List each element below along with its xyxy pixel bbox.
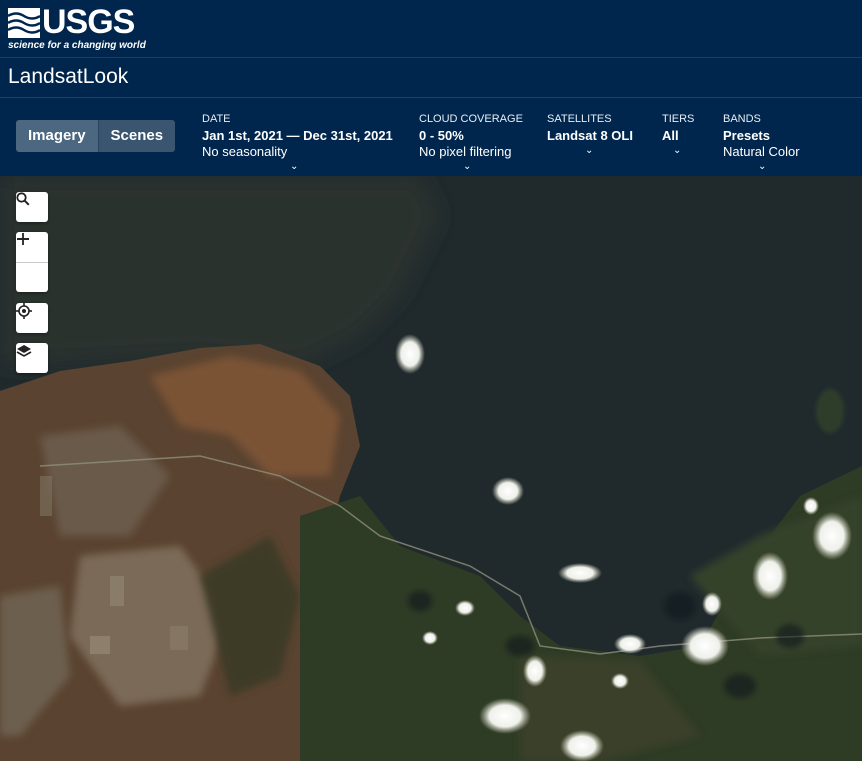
layers-control (16, 343, 48, 373)
chevron-down-icon: ⌄ (758, 161, 767, 172)
chevron-down-icon: ⌄ (673, 145, 682, 156)
logo-word: USGS (42, 3, 135, 41)
satellites-filter-label: SATELLITES (547, 113, 612, 125)
locate-icon (16, 303, 32, 319)
tiers-filter-label: TIERS (662, 113, 695, 125)
imagery-tab[interactable]: Imagery (16, 120, 98, 152)
usgs-wave-icon (8, 8, 40, 38)
tiers-filter-value: All (662, 128, 679, 143)
bands-filter-value: Presets (723, 128, 770, 143)
logo-tagline: science for a changing world (8, 40, 146, 51)
chevron-down-icon: ⌄ (463, 161, 472, 172)
cloud-coverage-filter[interactable]: CLOUD COVERAGE 0 - 50% No pixel filterin… (419, 113, 539, 172)
satellite-map[interactable] (0, 176, 862, 761)
usgs-logo[interactable]: USGS science for a changing world (8, 3, 146, 53)
scenes-tab[interactable]: Scenes (97, 120, 176, 152)
satellites-filter[interactable]: SATELLITES Landsat 8 OLI ⌄ (547, 113, 647, 156)
locate-control (16, 303, 48, 333)
filter-toolbar: Imagery Scenes DATE Jan 1st, 2021 — Dec … (0, 98, 862, 176)
cloud-filter-value: 0 - 50% (419, 128, 464, 143)
chevron-down-icon: ⌄ (585, 145, 594, 156)
layers-icon (16, 345, 32, 357)
cloud-filter-label: CLOUD COVERAGE (419, 113, 523, 125)
bands-filter-label: BANDS (723, 113, 761, 125)
search-icon (16, 192, 30, 206)
zoom-control (16, 232, 48, 292)
search-button[interactable] (16, 192, 48, 222)
app-title[interactable]: LandsatLook (8, 65, 128, 89)
satellites-filter-value: Landsat 8 OLI (547, 128, 633, 143)
zoom-out-icon (17, 238, 29, 240)
date-filter-label: DATE (202, 113, 231, 125)
app-title-bar: LandsatLook (0, 58, 862, 98)
view-toggle: Imagery Scenes (16, 120, 176, 152)
chevron-down-icon: ⌄ (290, 161, 299, 172)
bands-filter-sub: Natural Color (723, 144, 800, 159)
zoom-out-button[interactable] (16, 238, 48, 292)
tiers-filter[interactable]: TIERS All ⌄ (662, 113, 702, 156)
date-filter[interactable]: DATE Jan 1st, 2021 — Dec 31st, 2021 No s… (202, 113, 402, 172)
date-filter-value: Jan 1st, 2021 — Dec 31st, 2021 (202, 128, 393, 143)
layers-button[interactable] (16, 343, 48, 373)
locate-button[interactable] (16, 303, 48, 333)
satellite-imagery (0, 176, 862, 761)
search-control (16, 192, 48, 222)
date-filter-sub: No seasonality (202, 144, 288, 159)
bands-filter[interactable]: BANDS Presets Natural Color ⌄ (723, 113, 823, 172)
usgs-header: USGS science for a changing world (0, 0, 862, 58)
cloud-filter-sub: No pixel filtering (419, 144, 512, 159)
